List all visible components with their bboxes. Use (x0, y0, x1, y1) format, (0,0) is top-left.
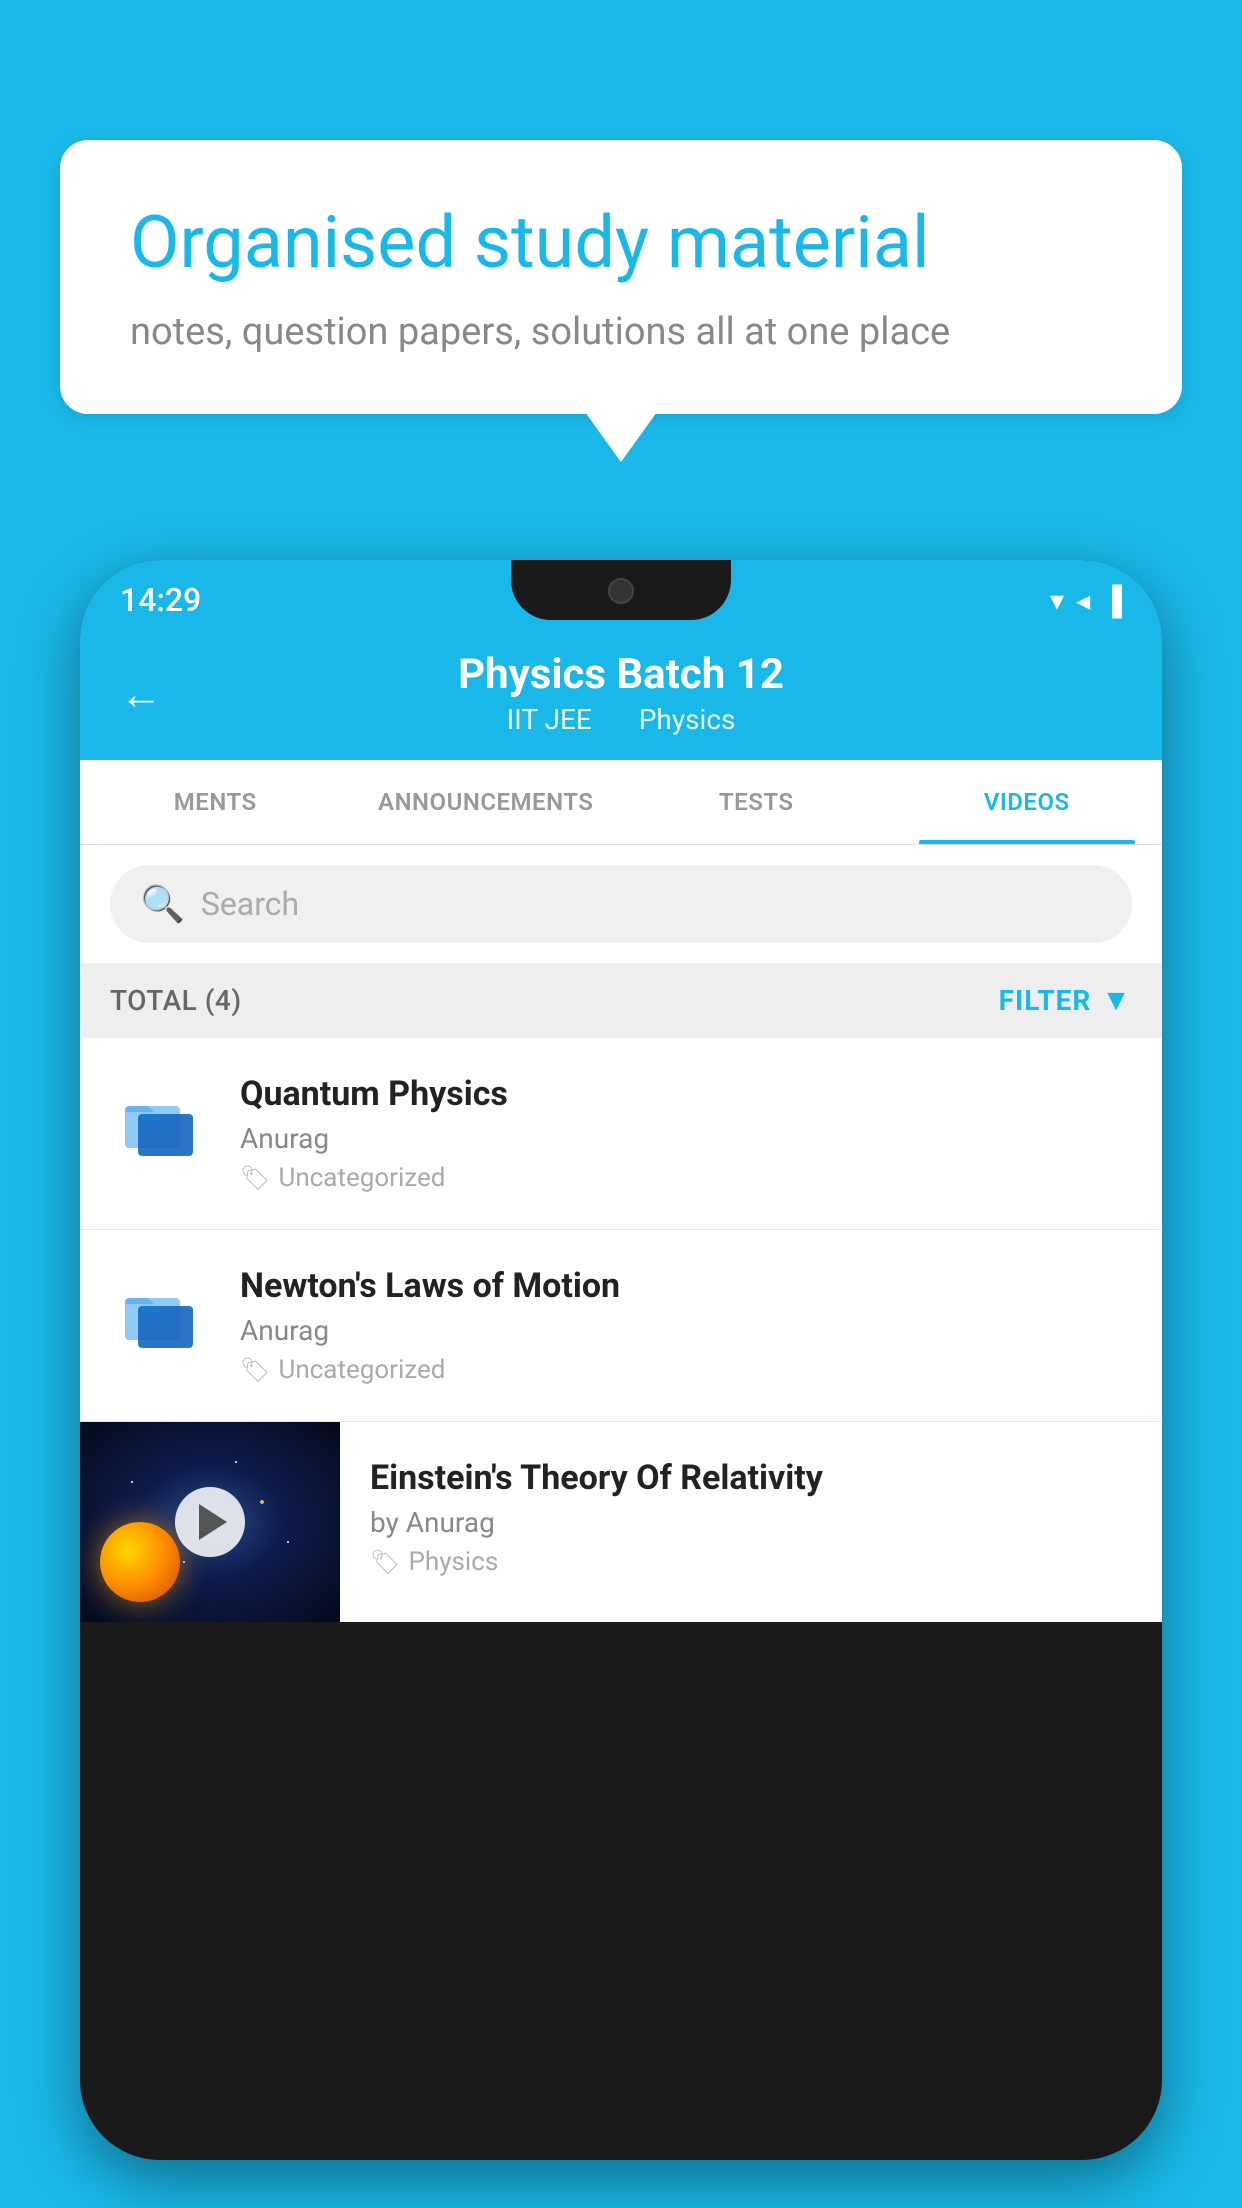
video-author-2: Anurag (240, 1314, 1132, 1347)
video-title-3: Einstein's Theory Of Relativity (370, 1458, 1132, 1498)
battery-icon: ▐ (1102, 584, 1122, 617)
play-button[interactable] (175, 1487, 245, 1557)
phone-content: 🔍 Search TOTAL (4) FILTER ▼ (80, 845, 1162, 1622)
video-info-1: Quantum Physics Anurag 🏷 Uncategorized (240, 1074, 1132, 1193)
tab-tests[interactable]: TESTS (621, 760, 892, 844)
play-triangle-icon (199, 1504, 227, 1540)
phone-notch (511, 560, 731, 620)
video-tag-3: 🏷 Physics (370, 1547, 1132, 1577)
filter-icon: ▼ (1101, 983, 1132, 1018)
filter-label: FILTER (999, 984, 1092, 1017)
search-icon: 🔍 (140, 883, 185, 925)
video-title-1: Quantum Physics (240, 1074, 1132, 1114)
video-author-3: by Anurag (370, 1506, 1132, 1539)
video-item-3[interactable]: Einstein's Theory Of Relativity by Anura… (80, 1422, 1162, 1622)
bubble-subtitle: notes, question papers, solutions all at… (130, 310, 1112, 354)
video-info-3: Einstein's Theory Of Relativity by Anura… (340, 1422, 1162, 1613)
app-header: ← Physics Batch 12 IIT JEE Physics (80, 630, 1162, 760)
filter-bar: TOTAL (4) FILTER ▼ (80, 963, 1162, 1038)
video-list: Quantum Physics Anurag 🏷 Uncategorized (80, 1038, 1162, 1622)
tabs-container: MENTS ANNOUNCEMENTS TESTS VIDEOS (80, 760, 1162, 845)
status-time: 14:29 (120, 581, 201, 619)
video-thumb-1 (110, 1074, 210, 1174)
total-count: TOTAL (4) (110, 984, 242, 1017)
tag-icon-2: 🏷 (240, 1356, 270, 1384)
phone-frame: 14:29 ▾ ◂ ▐ ← Physics Batch 12 IIT JEE P… (80, 560, 1162, 2160)
phone-camera (608, 578, 634, 604)
tag-icon-3: 🏷 (370, 1548, 400, 1576)
tab-videos[interactable]: VIDEOS (892, 760, 1163, 844)
phone-container: 14:29 ▾ ◂ ▐ ← Physics Batch 12 IIT JEE P… (80, 560, 1162, 2208)
video-info-2: Newton's Laws of Motion Anurag 🏷 Uncateg… (240, 1266, 1132, 1385)
video-thumb-2 (110, 1266, 210, 1366)
video-tag-2: 🏷 Uncategorized (240, 1355, 1132, 1385)
video-tag-1: 🏷 Uncategorized (240, 1163, 1132, 1193)
video-author-1: Anurag (240, 1122, 1132, 1155)
video-thumbnail-3 (80, 1422, 340, 1622)
bubble-title: Organised study material (130, 200, 1112, 286)
speech-bubble-section: Organised study material notes, question… (60, 140, 1182, 414)
video-item-1[interactable]: Quantum Physics Anurag 🏷 Uncategorized (80, 1038, 1162, 1230)
search-bar-container: 🔍 Search (80, 845, 1162, 963)
header-subtitle-iitjee: IIT JEE (507, 703, 592, 736)
back-button[interactable]: ← (120, 671, 162, 720)
header-subtitle-physics: Physics (639, 703, 736, 736)
filter-button[interactable]: FILTER ▼ (999, 983, 1132, 1018)
signal-icon: ◂ (1076, 584, 1090, 617)
tab-ments[interactable]: MENTS (80, 760, 351, 844)
video-item-2[interactable]: Newton's Laws of Motion Anurag 🏷 Uncateg… (80, 1230, 1162, 1422)
tag-icon-1: 🏷 (240, 1164, 270, 1192)
planet-glow (100, 1522, 180, 1602)
search-bar[interactable]: 🔍 Search (110, 865, 1132, 943)
tab-announcements[interactable]: ANNOUNCEMENTS (351, 760, 622, 844)
search-placeholder: Search (201, 885, 299, 923)
wifi-icon: ▾ (1050, 584, 1064, 617)
header-subtitle: IIT JEE Physics (120, 703, 1122, 736)
status-icons: ▾ ◂ ▐ (1050, 584, 1122, 617)
speech-bubble: Organised study material notes, question… (60, 140, 1182, 414)
header-title: Physics Batch 12 (120, 650, 1122, 699)
video-title-2: Newton's Laws of Motion (240, 1266, 1132, 1306)
